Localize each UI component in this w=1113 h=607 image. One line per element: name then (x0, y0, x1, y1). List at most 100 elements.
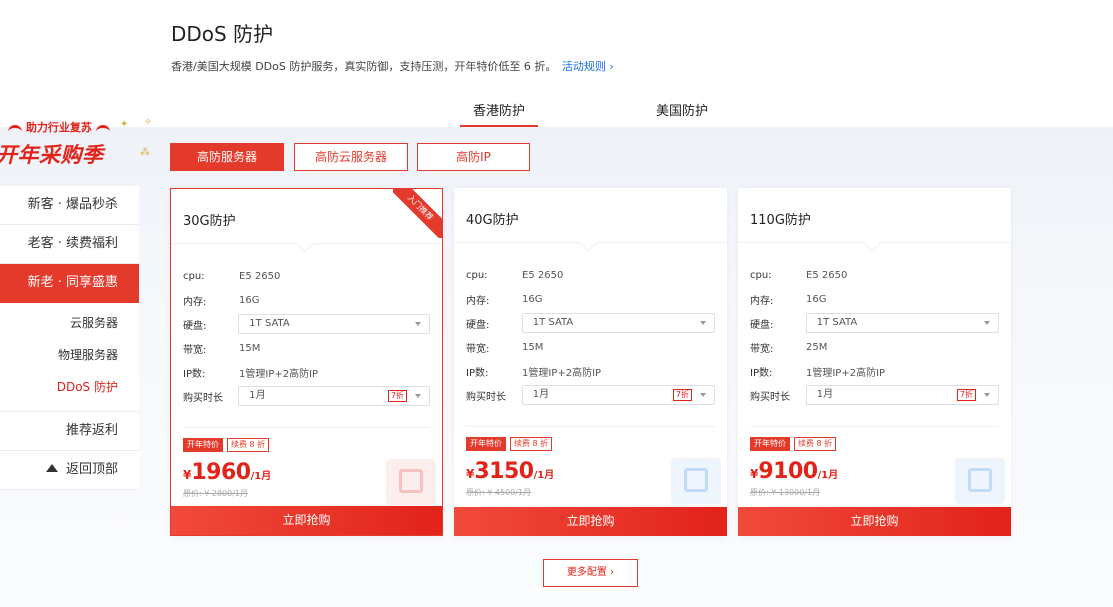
spec-label: 硬盘: (750, 319, 774, 331)
sale-badge: 开年特价 (466, 437, 506, 451)
spec-label: 带宽: (750, 343, 774, 355)
spec-cpu: cpu: E5 2650 (750, 263, 999, 287)
promo-banner[interactable]: 助力行业复苏 开年采购季 ✦ ✧ ⁂ (0, 117, 160, 172)
card-specs: cpu: E5 2650 内存: 16G 硬盘: 1T SATA 带宽: 15M IP数: 1管理… (171, 244, 442, 408)
sidebar-item-new-customer[interactable]: 新客 · 爆品秒杀 (0, 186, 139, 225)
spec-value: 16G (239, 294, 260, 306)
arrow-up-icon (45, 464, 58, 472)
back-to-top-label: 返回顶部 (65, 462, 118, 477)
price-area: 开年特价 续费 8 折 ¥9100/1月 原价: ¥ 13000/1月 (750, 437, 1000, 498)
original-price: 原价: ¥ 2800/1月 (183, 489, 249, 498)
renew-badge: 续费 8 折 (510, 437, 553, 451)
tab-ddos-ip[interactable]: 高防IP (417, 143, 530, 171)
card-title: 110G防护 (738, 188, 1011, 243)
spec-value: E5 2650 (522, 269, 564, 281)
spec-ip: IP数: 1管理IP+2高防IP (183, 360, 430, 384)
buy-now-button[interactable]: 立即抢购 (738, 507, 1011, 536)
spec-value: 15M (522, 341, 544, 353)
more-configs-button[interactable]: 更多配置 › (543, 559, 638, 587)
spec-value: E5 2650 (239, 270, 281, 282)
sidebar-item-shared[interactable]: 新老 · 同享盛惠 (0, 264, 139, 303)
page-title: DDoS 防护 (171, 22, 274, 46)
sale-badge: 开年特价 (183, 438, 223, 452)
price: ¥3150/1月 (466, 459, 716, 484)
discount-tag: 7折 (672, 389, 692, 401)
badges: 开年特价 续费 8 折 (750, 437, 1000, 451)
activity-rules-link[interactable]: 活动规则 › (562, 60, 614, 73)
original-price: 原价: ¥ 4500/1月 (466, 488, 532, 497)
sale-badge: 开年特价 (750, 437, 790, 451)
select-value: 1T SATA (816, 317, 858, 328)
disk-select[interactable]: 1T SATA (805, 313, 999, 333)
price-unit: /1月 (533, 470, 555, 481)
discount-tag: 7折 (956, 389, 976, 401)
spec-label: IP数: (466, 367, 489, 379)
spec-label: 带宽: (183, 344, 207, 356)
spec-cpu: cpu: E5 2650 (183, 264, 430, 288)
spec-ip: IP数: 1管理IP+2高防IP (466, 359, 715, 383)
arc-left-icon (8, 124, 22, 132)
page-subtitle: 香港/美国大规模 DDoS 防护服务，真实防御，支持压测，开年特价低至 6 折。… (171, 58, 614, 74)
caret-down-icon (415, 322, 421, 326)
spec-label: 内存: (183, 296, 207, 308)
card-specs: cpu: E5 2650 内存: 16G 硬盘: 1T SATA 带宽: 25M IP数: 1管理… (738, 243, 1011, 407)
price-unit: /1月 (817, 470, 839, 481)
spec-value: 16G (522, 293, 543, 305)
card-divider (750, 426, 999, 427)
discount-tag: 7折 (387, 390, 407, 402)
promo-top-text: 助力行业复苏 (25, 121, 92, 134)
spec-value: 1管理IP+2高防IP (806, 367, 886, 379)
spec-memory: 内存: 16G (466, 287, 715, 311)
sidebar-item-old-customer[interactable]: 老客 · 续费福利 (0, 225, 139, 264)
tab-hongkong[interactable]: 香港防护 (460, 100, 538, 127)
card-title: 30G防护 (171, 189, 442, 244)
spec-disk: 硬盘: 1T SATA (183, 312, 430, 336)
product-card[interactable]: 40G防护 cpu: E5 2650 内存: 16G 硬盘: 1T SATA 带宽: 15M IP… (454, 188, 727, 536)
spec-bandwidth: 带宽: 25M (750, 335, 999, 359)
price: ¥1960/1月 (183, 460, 433, 485)
spec-label: 硬盘: (466, 319, 490, 331)
spec-disk: 硬盘: 1T SATA (466, 311, 715, 335)
spec-value: 25M (806, 341, 828, 353)
price-area: 开年特价 续费 8 折 ¥1960/1月原价: ¥ 2800/1月 (183, 438, 433, 499)
select-value: 1T SATA (249, 318, 290, 329)
spec-label: 硬盘: (183, 320, 207, 332)
product-card[interactable]: 入门推荐 30G防护 cpu: E5 2650 内存: 16G 硬盘: 1T SATA 带宽: 1… (170, 188, 443, 536)
duration-select[interactable]: 1月 7折 (805, 385, 999, 405)
sidebar-sub-ddos[interactable]: DDoS 防护 (0, 371, 139, 403)
sidebar-sub-physical-server[interactable]: 物理服务器 (0, 339, 139, 371)
spec-label: IP数: (183, 368, 206, 380)
spec-disk: 硬盘: 1T SATA (750, 311, 999, 335)
original-price: 原价: ¥ 13000/1月 (750, 488, 821, 497)
spec-value: 15M (239, 342, 261, 354)
back-to-top-button[interactable]: 返回顶部 (0, 451, 139, 490)
renew-badge: 续费 8 折 (227, 438, 270, 452)
duration-select[interactable]: 1月 7折 (238, 386, 430, 406)
spec-label: 带宽: (466, 343, 490, 355)
disk-select[interactable]: 1T SATA (521, 313, 715, 333)
renew-badge: 续费 8 折 (794, 437, 837, 451)
sidebar-item-referral[interactable]: 推荐返利 (0, 412, 139, 451)
tab-usa[interactable]: 美国防护 (643, 100, 721, 127)
disk-select[interactable]: 1T SATA (238, 314, 430, 334)
buy-now-button[interactable]: 立即抢购 (454, 507, 727, 536)
spec-value: E5 2650 (806, 269, 848, 281)
caret-down-icon (700, 393, 706, 397)
price-value: 3150 (474, 459, 534, 484)
spec-label: cpu: (750, 269, 772, 281)
tab-ddos-server[interactable]: 高防服务器 (170, 143, 284, 171)
promo-big-text: 开年采购季 (0, 143, 104, 167)
buy-now-button[interactable]: 立即抢购 (171, 506, 442, 535)
tab-ddos-cloud-server[interactable]: 高防云服务器 (294, 143, 408, 171)
spec-label: 购买时长 (466, 391, 506, 403)
select-value: 1月 (249, 390, 266, 401)
spec-value: 1管理IP+2高防IP (239, 368, 319, 380)
subtitle-text: 香港/美国大规模 DDoS 防护服务，真实防御，支持压测，开年特价低至 6 折。 (171, 60, 557, 73)
spec-duration: 购买时长 1月 7折 (466, 383, 715, 407)
duration-select[interactable]: 1月 7折 (521, 385, 715, 405)
product-card[interactable]: 110G防护 cpu: E5 2650 内存: 16G 硬盘: 1T SATA 带宽: 25M I… (738, 188, 1011, 536)
region-tabs: 香港防护 美国防护 (0, 100, 1113, 128)
card-title: 40G防护 (454, 188, 727, 243)
spec-label: IP数: (750, 367, 773, 379)
sidebar-sub-cloud-server[interactable]: 云服务器 (0, 307, 139, 339)
